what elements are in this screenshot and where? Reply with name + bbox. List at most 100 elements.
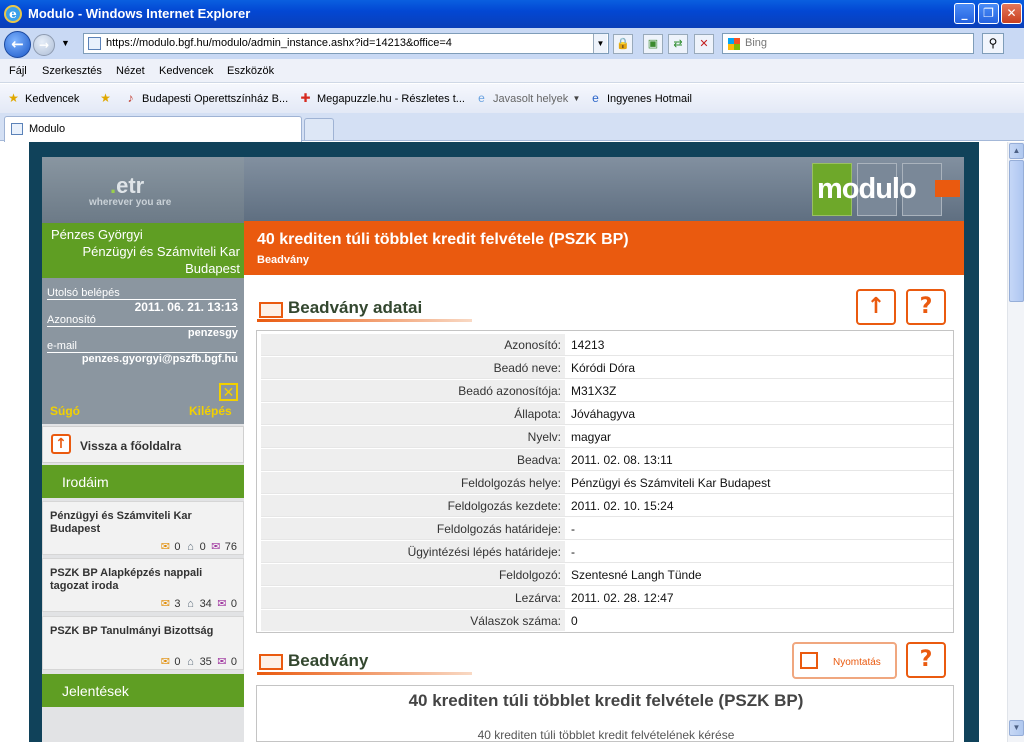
office-counts: ✉ 0 ⌂ 35 ✉ 0	[155, 655, 237, 668]
forward-icon[interactable]: →	[33, 34, 55, 56]
mail-icon: ✉	[160, 598, 170, 610]
row-value: -	[571, 545, 575, 559]
back-home-label: Vissza a főoldalra	[80, 439, 182, 453]
logout-link[interactable]: Kilépés	[189, 404, 232, 418]
office-counts: ✉ 3 ⌂ 34 ✉ 0	[155, 597, 237, 610]
etr-logo[interactable]: .etr wherever you are	[42, 157, 244, 223]
offices-header[interactable]: Irodáim	[42, 465, 244, 498]
fav-hotmail[interactable]: Ingyenes Hotmail	[607, 93, 692, 105]
minimize-icon[interactable]: _	[954, 3, 975, 24]
close-icon[interactable]: ✕	[1001, 3, 1022, 24]
row-label: Állapota:	[261, 403, 565, 424]
back-home-button[interactable]: ↑ Vissza a főoldalra	[42, 426, 244, 463]
tab-modulo[interactable]: Modulo	[4, 116, 302, 142]
row-value: Jóváhagyva	[571, 407, 636, 421]
row-value: 14213	[571, 338, 605, 352]
table-row: Feldolgozás határideje: -	[261, 518, 953, 540]
logout-icon[interactable]: ✕	[219, 383, 238, 401]
table-row: Beadva: 2011. 02. 08. 13:11	[261, 449, 953, 471]
lock-icon[interactable]: 🔒	[613, 34, 633, 54]
table-row: Ügyintézési lépés határideje: -	[261, 541, 953, 563]
row-label: Ügyintézési lépés határideje:	[261, 541, 565, 562]
menu-view[interactable]: Nézet	[116, 65, 145, 77]
hotmail-icon: e	[592, 91, 599, 105]
modulo-logo-text: modulo	[817, 173, 917, 205]
office-name: PSZK BP Tanulmányi Bizottság	[50, 625, 214, 637]
row-value: 2011. 02. 28. 12:47	[571, 591, 674, 605]
maximize-icon[interactable]: ❐	[978, 3, 999, 24]
menu-edit[interactable]: Szerkesztés	[42, 65, 102, 77]
chevron-down-icon[interactable]: ▼	[570, 92, 583, 105]
tab-bar: Modulo	[0, 113, 1024, 142]
table-row: Beadó azonosítója: M31X3Z	[261, 380, 953, 402]
id-value: penzesgy	[187, 327, 238, 339]
reports-header[interactable]: Jelentések	[42, 674, 244, 707]
window-title-bar[interactable]: e Modulo - Windows Internet Explorer _ ❐…	[0, 0, 1024, 28]
stop-icon[interactable]: ✕	[694, 34, 714, 54]
user-faculty: Pénzügyi és Számviteli Kar	[82, 244, 240, 259]
page-header: 40 krediten túli többlet kredit felvétel…	[244, 221, 964, 275]
refresh-icon[interactable]: ⇄	[668, 34, 688, 54]
email-label: e-mail	[47, 340, 77, 352]
count-messages: 0	[230, 598, 237, 610]
add-favorite-icon[interactable]: ★	[99, 92, 112, 105]
favorites-bar: ★ Kedvencek ★ ♪ Budapesti Operettszínház…	[0, 84, 1024, 113]
fav-operetta[interactable]: Budapesti Operettszínház B...	[142, 93, 288, 105]
table-row: Válaszok száma: 0	[261, 610, 953, 632]
search-icon[interactable]: ⚲	[982, 33, 1004, 54]
row-label: Feldolgozás helye:	[261, 472, 565, 493]
scroll-up-icon[interactable]: ▲	[1009, 143, 1024, 159]
user-info-panel: Utolsó belépés 2011. 06. 21. 13:13 Azono…	[42, 278, 244, 424]
menu-tools[interactable]: Eszközök	[227, 65, 274, 77]
submission-box: 40 krediten túli többlet kredit felvétel…	[256, 685, 954, 742]
message-icon: ✉	[217, 598, 227, 610]
new-tab-button[interactable]	[304, 118, 334, 140]
id-label: Azonosító	[47, 314, 96, 326]
office-name: PSZK BP Alapképzés nappali tagozat iroda	[50, 567, 203, 592]
question-icon[interactable]: ?	[906, 289, 946, 325]
office-item[interactable]: Pénzügyi és Számviteli Kar Budapest ✉ 0 ⌂…	[42, 501, 244, 555]
table-row: Feldolgozó: Szentesné Langh Tünde	[261, 564, 953, 586]
office-item[interactable]: PSZK BP Tanulmányi Bizottság ✉ 0 ⌂ 35 ✉ 0	[42, 616, 244, 670]
table-row: Feldolgozás helye: Pénzügyi és Számviteli…	[261, 472, 953, 494]
row-label: Nyelv:	[261, 426, 565, 447]
row-label: Azonosító:	[261, 334, 565, 355]
fav-megapuzzle[interactable]: Megapuzzle.hu - Részletes t...	[317, 93, 465, 105]
row-label: Feldolgozás határideje:	[261, 518, 565, 539]
url-text: https://modulo.bgf.hu/modulo/admin_insta…	[106, 37, 452, 49]
email-value: penzes.gyorgyi@pszfb.bgf.hu	[81, 353, 238, 365]
count-new: 3	[174, 598, 181, 610]
last-login-label: Utolsó belépés	[47, 287, 120, 299]
url-dropdown-icon[interactable]: ▼	[593, 34, 607, 53]
user-city: Budapest	[185, 261, 240, 276]
menu-file[interactable]: Fájl	[9, 65, 27, 77]
count-new: 0	[174, 656, 181, 668]
history-dropdown-icon[interactable]: ▼	[61, 38, 70, 48]
row-label: Beadva:	[261, 449, 565, 470]
back-icon[interactable]: ←	[4, 31, 31, 58]
page-viewport: .etr wherever you are modulo Pénzes Györ…	[0, 142, 1007, 742]
row-value: M31X3Z	[571, 384, 617, 398]
scroll-thumb[interactable]	[1009, 160, 1024, 302]
menu-favorites[interactable]: Kedvencek	[159, 65, 213, 77]
star-icon: ★	[8, 91, 19, 105]
url-input[interactable]: https://modulo.bgf.hu/modulo/admin_insta…	[83, 33, 609, 54]
help-link[interactable]: Súgó	[50, 404, 80, 418]
office-item[interactable]: PSZK BP Alapképzés nappali tagozat iroda…	[42, 558, 244, 612]
vertical-scrollbar[interactable]: ▲ ▼	[1007, 142, 1024, 742]
arrow-up-icon[interactable]: ↑	[856, 289, 896, 325]
compatibility-icon[interactable]: ▣	[643, 34, 663, 54]
search-input[interactable]: Bing	[722, 33, 974, 54]
section-underline	[257, 672, 472, 675]
row-value: 2011. 02. 10. 15:24	[571, 499, 674, 513]
page-icon	[88, 37, 101, 50]
fav-suggested[interactable]: Javasolt helyek	[493, 93, 568, 105]
scroll-down-icon[interactable]: ▼	[1009, 720, 1024, 736]
inbox-icon: ⌂	[187, 541, 194, 553]
row-label: Válaszok száma:	[261, 610, 565, 631]
favorites-button[interactable]: Kedvencek	[25, 93, 79, 105]
section-title-details: Beadvány adatai	[288, 298, 423, 317]
question-icon[interactable]: ?	[906, 642, 946, 678]
operetta-icon: ♪	[127, 91, 134, 105]
print-button[interactable]: Nyomtatás	[792, 642, 897, 679]
